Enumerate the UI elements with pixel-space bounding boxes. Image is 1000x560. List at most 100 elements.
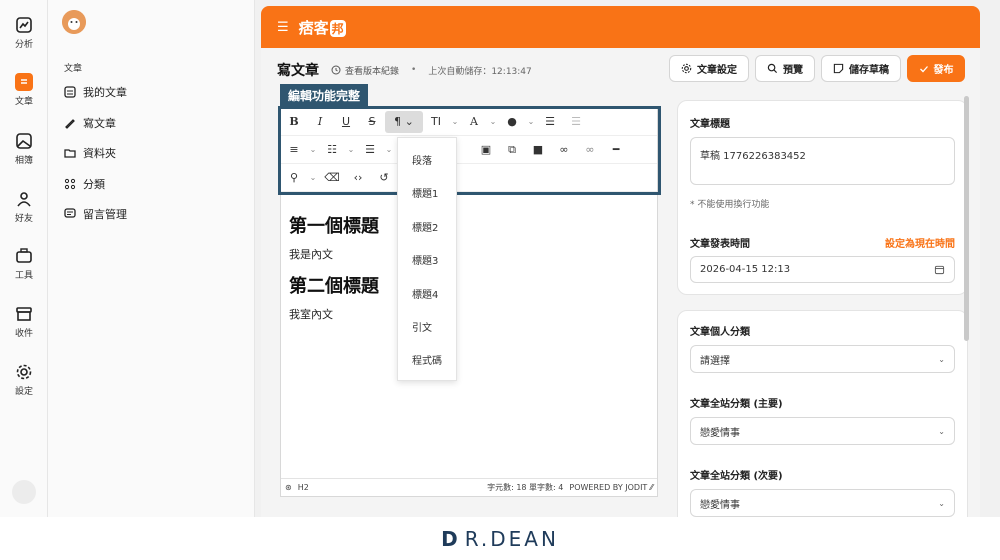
menu-icon[interactable]: ☰ bbox=[277, 20, 289, 35]
personal-category-select[interactable]: 請選擇 ⌄ bbox=[690, 345, 955, 373]
brand-text: R.DEAN bbox=[464, 526, 559, 551]
inbox-icon bbox=[16, 307, 32, 321]
site-logo[interactable]: 痞客邦 bbox=[299, 17, 346, 38]
dropdown-item[interactable]: 標題1 bbox=[412, 185, 438, 200]
rail-item-articles[interactable]: 文章 bbox=[0, 73, 48, 107]
pen-icon bbox=[65, 119, 75, 129]
nav-item-label: 我的文章 bbox=[83, 86, 127, 99]
content-heading-2[interactable]: 第二個標題 bbox=[289, 272, 379, 298]
icon-rail: 分析 文章 相簿 好友 工具 收件 設定 bbox=[0, 0, 48, 517]
rail-label: 文章 bbox=[14, 97, 33, 107]
page-header: 寫文章 查看版本紀錄 • 上次自動儲存：12:13:47 bbox=[277, 60, 532, 80]
dropdown-item[interactable]: 標題4 bbox=[412, 286, 438, 301]
rail-label: 好友 bbox=[14, 214, 33, 224]
dropdown-item[interactable]: 程式碼 bbox=[412, 352, 442, 367]
app-window: 分析 文章 相簿 好友 工具 收件 設定 文章 我的文章 寫文章 資料夾 分類 … bbox=[0, 0, 1000, 517]
rail-item-analytics[interactable]: 分析 bbox=[0, 16, 48, 50]
nav-item-write[interactable]: 寫文章 bbox=[64, 115, 116, 131]
content-paragraph-1[interactable]: 我是內文 bbox=[289, 246, 333, 262]
set-now-link[interactable]: 設定為現在時間 bbox=[885, 235, 955, 250]
publish-time-value: 2026-04-15 12:13 bbox=[700, 264, 791, 275]
dropdown-item[interactable]: 標題2 bbox=[412, 219, 438, 234]
fox-avatar[interactable] bbox=[62, 10, 86, 34]
personal-category-label: 文章個人分類 bbox=[690, 327, 750, 338]
chevron-down-icon: ⌄ bbox=[938, 354, 945, 364]
category-card: 文章個人分類 請選擇 ⌄ 文章全站分類 (主要) 戀愛情事 ⌄ 文章全站分類 (… bbox=[677, 310, 968, 517]
page-title: 寫文章 bbox=[277, 63, 319, 79]
article-icon bbox=[15, 73, 33, 91]
button-label: 儲存草稿 bbox=[849, 65, 889, 76]
publish-time-input[interactable]: 2026-04-15 12:13 bbox=[690, 256, 955, 283]
grid-icon bbox=[64, 178, 76, 190]
dropdown-item[interactable]: 引文 bbox=[412, 319, 432, 334]
site-category-main-select[interactable]: 戀愛情事 ⌄ bbox=[690, 417, 955, 445]
nav-item-comments[interactable]: 留言管理 bbox=[64, 206, 127, 222]
title-time-card: 文章標題 草稿 1776226383452 * 不能使用換行功能 文章發表時間 … bbox=[677, 100, 968, 295]
nav-item-my-articles[interactable]: 我的文章 bbox=[64, 84, 127, 100]
rail-item-friends[interactable]: 好友 bbox=[0, 190, 48, 224]
button-label: 預覽 bbox=[783, 65, 803, 76]
rail-label: 相簿 bbox=[14, 156, 33, 166]
article-settings-button[interactable]: 文章設定 bbox=[669, 55, 749, 82]
chevron-down-icon: ⌄ bbox=[938, 426, 945, 436]
folder-icon bbox=[64, 149, 76, 158]
rail-item-tools[interactable]: 工具 bbox=[0, 247, 48, 281]
user-avatar-placeholder[interactable] bbox=[12, 480, 36, 504]
nav-item-folders[interactable]: 資料夾 bbox=[64, 145, 116, 161]
rail-label: 設定 bbox=[14, 387, 33, 397]
rail-item-album[interactable]: 相簿 bbox=[0, 132, 48, 166]
briefcase-icon bbox=[16, 248, 32, 263]
panel-scrollbar[interactable] bbox=[964, 96, 969, 341]
nav-section-title: 文章 bbox=[64, 64, 83, 74]
title-input[interactable]: 草稿 1776226383452 bbox=[690, 137, 955, 185]
editor-status-bar: ⊛ H2 字元數: 18 單字數: 4 POWERED BY JODIT ⁄⁄ bbox=[281, 478, 657, 496]
logo-text: 痞客 bbox=[298, 18, 329, 37]
select-value: 戀愛情事 bbox=[700, 499, 740, 511]
top-bar: ☰ 痞客邦 bbox=[261, 6, 980, 48]
content-paragraph-2[interactable]: 我室內文 bbox=[289, 306, 333, 322]
separator-dot: • bbox=[411, 65, 417, 75]
gear-icon bbox=[681, 63, 692, 74]
search-icon bbox=[767, 63, 778, 74]
check-icon bbox=[919, 65, 928, 72]
dropdown-item[interactable]: 段落 bbox=[412, 152, 432, 167]
paragraph-dropdown: 段落 標題1 標題2 標題3 標題4 引文 程式碼 bbox=[397, 137, 457, 381]
title-label: 文章標題 bbox=[690, 119, 730, 130]
history-label: 查看版本紀錄 bbox=[345, 66, 400, 77]
publish-button[interactable]: 發布 bbox=[907, 55, 965, 82]
title-hint: * 不能使用換行功能 bbox=[690, 200, 770, 210]
status-dot: ⊛ bbox=[285, 483, 292, 492]
button-label: 發布 bbox=[933, 65, 954, 76]
resize-handle-icon[interactable]: ⁄⁄ bbox=[650, 483, 653, 492]
save-draft-button[interactable]: 儲存草稿 bbox=[821, 55, 901, 82]
rail-item-settings[interactable]: 設定 bbox=[0, 363, 48, 397]
person-icon bbox=[17, 192, 31, 207]
publish-time-label: 文章發表時間 bbox=[690, 239, 750, 250]
nav-item-label: 留言管理 bbox=[83, 208, 127, 221]
toolbar-highlight-box bbox=[278, 106, 661, 195]
image-icon bbox=[16, 133, 32, 149]
history-icon bbox=[331, 65, 341, 75]
gear-icon bbox=[16, 364, 32, 380]
comment-icon bbox=[64, 208, 76, 218]
version-history-link[interactable]: 查看版本紀錄 bbox=[331, 64, 399, 77]
preview-button[interactable]: 預覽 bbox=[755, 55, 815, 82]
site-category-sub-select[interactable]: 戀愛情事 ⌄ bbox=[690, 489, 955, 517]
document-icon bbox=[64, 86, 76, 98]
note-icon bbox=[833, 63, 844, 74]
footer-brand: D R.DEAN bbox=[0, 517, 1000, 560]
select-value: 戀愛情事 bbox=[700, 427, 740, 439]
content-heading-1[interactable]: 第一個標題 bbox=[289, 212, 379, 238]
calendar-icon[interactable] bbox=[934, 264, 945, 275]
nav-item-categories[interactable]: 分類 bbox=[64, 176, 105, 192]
dropdown-item[interactable]: 標題3 bbox=[412, 252, 438, 267]
secondary-nav: 文章 我的文章 寫文章 資料夾 分類 留言管理 bbox=[48, 0, 255, 517]
title-value: 草稿 1776226383452 bbox=[700, 151, 806, 162]
status-tag[interactable]: H2 bbox=[298, 483, 309, 492]
logo-badge: 邦 bbox=[329, 19, 346, 37]
powered-by[interactable]: POWERED BY JODIT bbox=[569, 483, 647, 492]
chevron-down-icon: ⌄ bbox=[938, 498, 945, 508]
rail-item-inbox[interactable]: 收件 bbox=[0, 305, 48, 339]
annotation-tag: 編輯功能完整 bbox=[280, 84, 369, 106]
rail-label: 收件 bbox=[14, 329, 33, 339]
